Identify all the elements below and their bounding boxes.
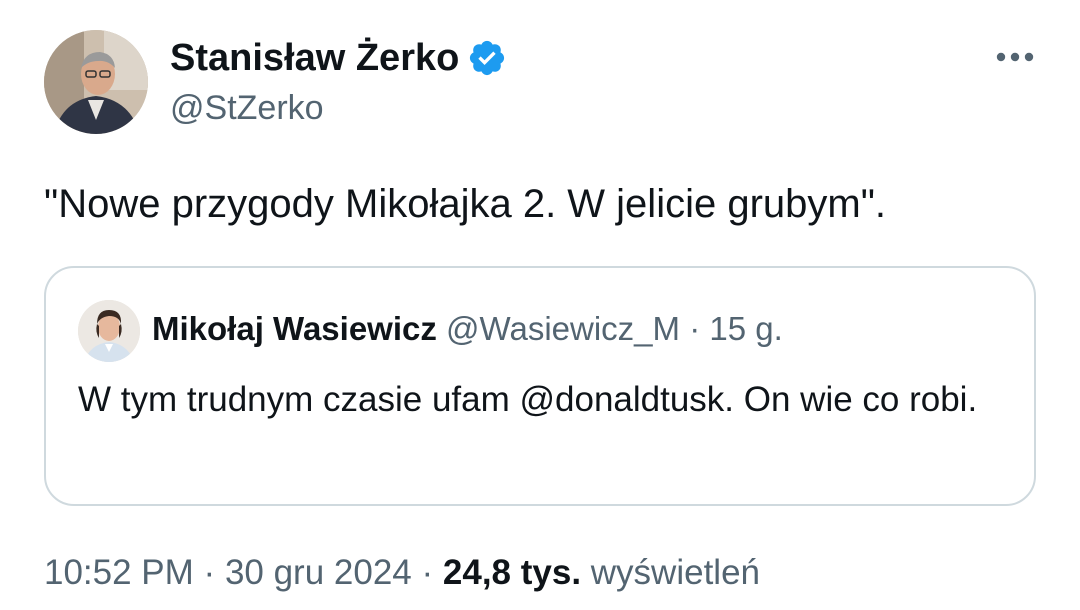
tweet-footer: 10:52 PM · 30 gru 2024 · 24,8 tys. wyświ… — [44, 548, 760, 598]
author-name-row[interactable]: Stanisław Żerko — [170, 34, 507, 82]
more-options-button[interactable] — [992, 40, 1038, 74]
quoted-author-name[interactable]: Mikołaj Wasiewicz — [152, 310, 437, 347]
quoted-author-handle[interactable]: @Wasiewicz_M — [446, 310, 680, 347]
quoted-tweet-card[interactable]: Mikołaj Wasiewicz @Wasiewicz_M · 15 g. W… — [44, 266, 1036, 506]
quoted-author-avatar-image — [78, 300, 140, 362]
quoted-header-separator: · — [689, 310, 701, 347]
tweet-text: "Nowe przygody Mikołajka 2. W jelicie gr… — [44, 182, 887, 226]
quoted-tweet-header: Mikołaj Wasiewicz @Wasiewicz_M · 15 g. — [152, 306, 783, 352]
tweet-time[interactable]: 10:52 PM — [44, 553, 194, 592]
quoted-tweet-age[interactable]: 15 g. — [709, 310, 782, 347]
views-count: 24,8 tys. — [442, 553, 582, 592]
author-name[interactable]: Stanisław Żerko — [170, 34, 459, 82]
verified-badge-icon[interactable] — [467, 38, 507, 78]
tweet-date[interactable]: 30 gru 2024 — [225, 553, 412, 592]
views-label: wyświetleń — [590, 553, 761, 592]
author-handle[interactable]: @StZerko — [170, 86, 324, 130]
author-avatar[interactable] — [44, 30, 148, 134]
more-horizontal-icon — [996, 52, 1034, 62]
quoted-tweet-text: W tym trudnym czasie ufam @donaldtusk. O… — [78, 380, 978, 419]
footer-separator-1: · — [203, 553, 216, 592]
footer-separator-2: · — [421, 553, 434, 592]
quoted-author-avatar[interactable] — [78, 300, 140, 362]
author-avatar-image — [44, 30, 148, 134]
